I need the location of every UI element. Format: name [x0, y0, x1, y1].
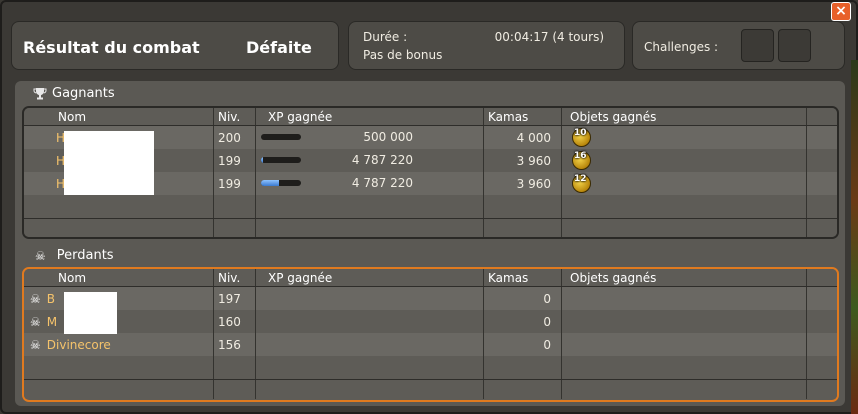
results-panel: Gagnants Nom Niv. XP gagnée Kamas Objets…	[15, 81, 845, 406]
winners-title: Gagnants	[33, 86, 115, 101]
skull-icon: ☠	[35, 248, 46, 263]
xp-value: 500 000	[363, 130, 413, 144]
redaction-box	[64, 131, 154, 195]
xp-progress-bar	[261, 180, 301, 186]
player-name[interactable]: Divinecore	[47, 338, 111, 352]
result-title: Résultat du combat	[23, 38, 200, 57]
losers-table: Nom Niv. XP gagnée Kamas Objets gagnés ☠…	[22, 267, 839, 402]
winners-label: Gagnants	[52, 86, 115, 101]
trophy-icon	[33, 88, 47, 100]
col-name-header: Nom	[24, 108, 214, 125]
losers-label: Perdants	[56, 248, 114, 263]
duration-label: Durée :	[363, 30, 408, 44]
table-row[interactable]: ☠ B 197 0	[24, 287, 837, 310]
result-status: Défaite	[246, 38, 312, 57]
kamas-value: 3 960	[516, 176, 551, 191]
kamas-coin-icon[interactable]: 12	[572, 174, 591, 193]
player-level: 199	[218, 153, 241, 168]
result-header: Résultat du combat Défaite	[11, 21, 339, 70]
player-level: 156	[218, 337, 241, 352]
player-name[interactable]: H	[28, 154, 65, 168]
kamas-value: 3 960	[516, 153, 551, 168]
losers-title: ☠ Perdants	[33, 248, 114, 263]
challenges-label: Challenges :	[644, 40, 719, 54]
col-name-header: Nom	[24, 269, 214, 286]
player-level: 199	[218, 176, 241, 191]
player-name[interactable]: M	[47, 315, 57, 329]
col-kamas-header: Kamas	[484, 108, 562, 125]
col-kamas-header: Kamas	[484, 269, 562, 286]
bonus-text: Pas de bonus	[363, 48, 443, 62]
col-level-header: Niv.	[214, 269, 256, 286]
table-header: Nom Niv. XP gagnée Kamas Objets gagnés	[24, 269, 837, 287]
player-level: 160	[218, 314, 241, 329]
object-count: 12	[574, 174, 587, 184]
col-xp-header: XP gagnée	[256, 108, 484, 125]
kamas-value: 0	[543, 291, 551, 306]
object-count: 10	[574, 128, 587, 138]
xp-value: 4 787 220	[351, 153, 413, 167]
col-objects-header: Objets gagnés	[562, 108, 807, 125]
empty-row	[24, 379, 837, 399]
kamas-coin-icon[interactable]: 10	[572, 128, 591, 147]
player-name[interactable]: H	[28, 131, 65, 145]
kamas-value: 0	[543, 314, 551, 329]
combat-result-window: × Résultat du combat Défaite Durée : 00:…	[0, 0, 858, 414]
challenge-slot[interactable]	[778, 29, 811, 62]
table-header: Nom Niv. XP gagnée Kamas Objets gagnés	[24, 108, 837, 126]
skull-icon: ☠	[30, 337, 41, 352]
duration-value: 00:04:17 (4 tours)	[494, 30, 604, 44]
player-level: 197	[218, 291, 241, 306]
player-level: 200	[218, 130, 241, 145]
duration-box: Durée : 00:04:17 (4 tours) Pas de bonus	[348, 21, 625, 70]
col-xp-header: XP gagnée	[256, 269, 484, 286]
kamas-coin-icon[interactable]: 16	[572, 151, 591, 170]
kamas-value: 0	[543, 337, 551, 352]
player-name[interactable]: H	[28, 177, 65, 191]
xp-progress-bar	[261, 157, 301, 163]
object-count: 16	[574, 151, 587, 161]
table-row[interactable]: ☠ M 160 0	[24, 310, 837, 333]
table-row[interactable]: ☠ Divinecore 156 0	[24, 333, 837, 356]
empty-row	[24, 356, 837, 379]
player-name[interactable]: B	[47, 292, 55, 306]
skull-icon: ☠	[30, 314, 41, 329]
game-background-edge	[851, 60, 858, 414]
xp-value: 4 787 220	[351, 176, 413, 190]
col-objects-header: Objets gagnés	[562, 269, 807, 286]
kamas-value: 4 000	[516, 130, 551, 145]
empty-row	[24, 218, 837, 237]
redaction-box	[64, 292, 117, 334]
skull-icon: ☠	[30, 291, 41, 306]
col-level-header: Niv.	[214, 108, 256, 125]
challenges-box: Challenges :	[632, 21, 845, 70]
challenge-slot[interactable]	[741, 29, 774, 62]
empty-row	[24, 195, 837, 218]
xp-progress-bar	[261, 134, 301, 140]
close-button[interactable]: ×	[831, 2, 851, 21]
close-icon: ×	[835, 3, 847, 19]
